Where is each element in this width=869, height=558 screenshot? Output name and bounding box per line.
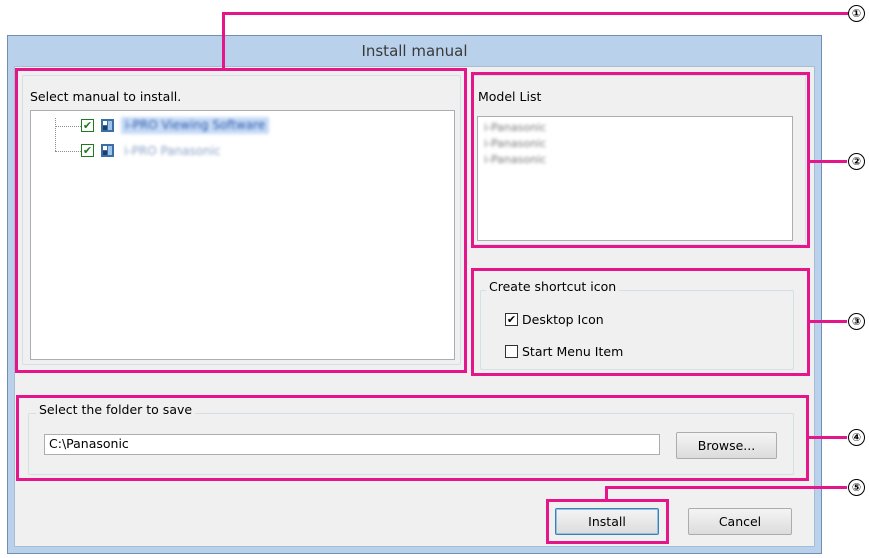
annotation-box-3: [471, 268, 810, 376]
annotation-leader: [809, 436, 847, 439]
annotation-leader: [810, 160, 847, 163]
callout-3: ③: [848, 313, 865, 330]
callout-4: ④: [848, 429, 865, 446]
annotation-box-5: [546, 499, 669, 544]
callout-5: ⑤: [848, 479, 865, 496]
annotation-leader: [222, 12, 848, 15]
callout-1: ①: [848, 5, 865, 22]
cancel-button[interactable]: Cancel: [688, 508, 792, 535]
annotation-box-2: [471, 72, 810, 248]
callout-2: ②: [848, 153, 865, 170]
annotation-leader: [222, 12, 225, 70]
window-title: Install manual: [361, 42, 468, 60]
annotation-leader: [605, 486, 847, 489]
annotation-leader: [810, 320, 847, 323]
annotation-box-1: [15, 68, 467, 373]
annotation-box-4: [16, 395, 809, 481]
